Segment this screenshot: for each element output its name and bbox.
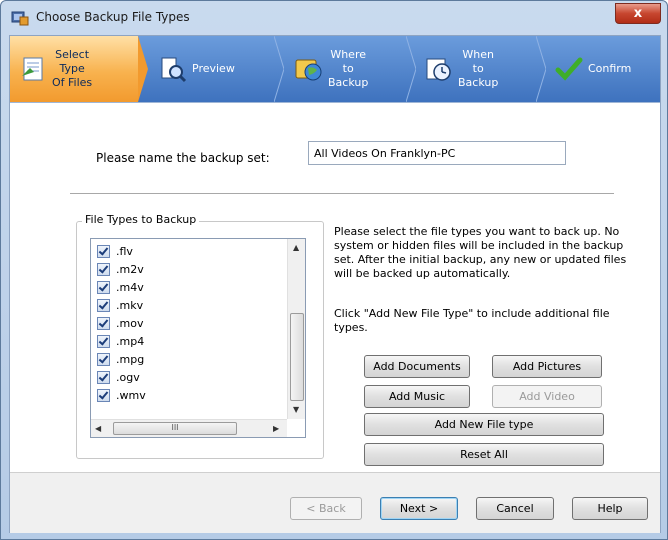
globe-icon <box>295 59 322 81</box>
step-divider <box>274 36 284 102</box>
backup-set-name-input[interactable] <box>308 141 566 165</box>
vertical-scroll-thumb[interactable] <box>290 313 304 401</box>
step-preview[interactable]: Preview <box>150 36 274 102</box>
next-button[interactable]: Next > <box>380 497 458 520</box>
preview-icon <box>161 57 187 83</box>
clock-icon <box>426 58 451 81</box>
backup-set-label: Please name the backup set: <box>96 151 270 165</box>
step-divider <box>536 36 546 102</box>
cancel-button[interactable]: Cancel <box>476 497 554 520</box>
title-bar[interactable]: Choose Backup File Types x <box>1 1 667 35</box>
wizard-steps: Select Type Of Files Preview Where to Ba… <box>10 36 660 102</box>
vertical-scrollbar[interactable]: ▲ ▼ <box>287 239 305 419</box>
step-label-confirm: Confirm <box>588 62 632 75</box>
add-pictures-button[interactable]: Add Pictures <box>492 355 602 378</box>
list-item[interactable]: .ogv <box>97 368 140 386</box>
file-types-list[interactable]: .flv .m2v .m4v .mkv .mov .mp4 .mpg .ogv … <box>90 238 306 438</box>
list-item[interactable]: .mkv <box>97 296 143 314</box>
file-types-group-title: File Types to Backup <box>82 213 200 226</box>
list-item[interactable]: .flv <box>97 242 133 260</box>
list-item[interactable]: .m4v <box>97 278 144 296</box>
step-label-when: When to Backup <box>458 48 499 89</box>
step-confirm[interactable]: Confirm <box>546 36 660 102</box>
step-divider <box>138 36 148 102</box>
footer-bar: < Back Next > Cancel Help <box>10 472 660 533</box>
step-divider <box>406 36 416 102</box>
add-music-button[interactable]: Add Music <box>364 385 470 408</box>
checkbox[interactable] <box>97 352 110 366</box>
list-item[interactable]: .mov <box>97 314 143 332</box>
checkmark-icon <box>555 57 583 81</box>
instructions-text: Please select the file types you want to… <box>334 225 627 280</box>
close-button[interactable]: x <box>615 3 661 24</box>
add-documents-button[interactable]: Add Documents <box>364 355 470 378</box>
reset-all-button[interactable]: Reset All <box>364 443 604 466</box>
checkbox[interactable] <box>97 334 110 348</box>
dialog-body: Select Type Of Files Preview Where to Ba… <box>9 35 661 533</box>
document-icon <box>22 57 43 81</box>
step-label-preview: Preview <box>192 62 235 75</box>
backup-app-icon <box>11 11 29 26</box>
content-panel: Please name the backup set: File Types t… <box>10 102 660 473</box>
scroll-right-arrow-icon[interactable]: ▶ <box>273 424 279 433</box>
checkbox[interactable] <box>97 280 110 294</box>
step-select-type[interactable]: Select Type Of Files <box>10 36 138 102</box>
checkbox[interactable] <box>97 370 110 384</box>
checkbox[interactable] <box>97 388 110 402</box>
step-label-where: Where to Backup <box>328 48 369 89</box>
help-button[interactable]: Help <box>572 497 648 520</box>
checkbox[interactable] <box>97 298 110 312</box>
step-label-select-type: Select Type Of Files <box>52 48 93 89</box>
step-where[interactable]: Where to Backup <box>286 36 406 102</box>
list-item[interactable]: .m2v <box>97 260 144 278</box>
list-item[interactable]: .wmv <box>97 386 146 404</box>
scroll-up-arrow-icon[interactable]: ▲ <box>293 243 299 252</box>
checkbox[interactable] <box>97 262 110 276</box>
add-new-file-type-button[interactable]: Add New File type <box>364 413 604 436</box>
back-button[interactable]: < Back <box>290 497 362 520</box>
window-title: Choose Backup File Types <box>36 10 190 24</box>
add-video-button[interactable]: Add Video <box>492 385 602 408</box>
dialog-window: Choose Backup File Types x Select Type O… <box>0 0 668 540</box>
list-item[interactable]: .mpg <box>97 350 144 368</box>
horizontal-scroll-thumb[interactable]: III <box>113 422 237 435</box>
horizontal-scrollbar[interactable]: ◀ III ▶ <box>91 419 287 437</box>
checkbox[interactable] <box>97 244 110 258</box>
list-item[interactable]: .mp4 <box>97 332 144 350</box>
separator <box>70 193 614 194</box>
checkbox[interactable] <box>97 316 110 330</box>
scroll-left-arrow-icon[interactable]: ◀ <box>95 424 101 433</box>
scroll-down-arrow-icon[interactable]: ▼ <box>293 405 299 414</box>
step-when[interactable]: When to Backup <box>416 36 536 102</box>
add-file-type-hint: Click "Add New File Type" to include add… <box>334 307 610 334</box>
